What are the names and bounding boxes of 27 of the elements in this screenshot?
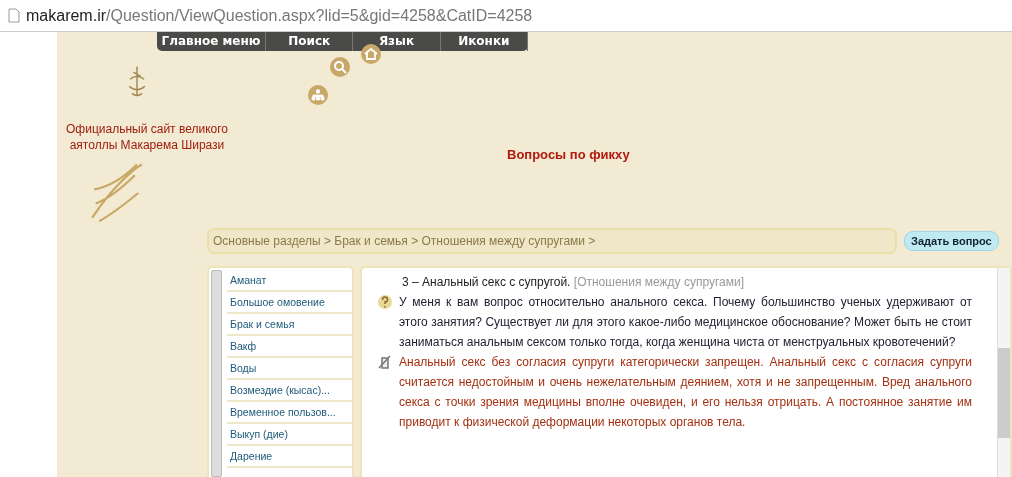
sidebar-item[interactable]: Временное пользов... — [227, 402, 352, 424]
sidebar-item[interactable]: Большое омовение — [227, 292, 352, 314]
sidebar-item[interactable]: Дарение — [227, 446, 352, 468]
site-title: Официальный сайт великого аятоллы Макарема Ширази — [65, 121, 229, 154]
nav-menu-item[interactable]: Главное меню — [157, 32, 266, 51]
sidebar-item[interactable]: Вакф — [227, 336, 352, 358]
sidebar-item[interactable]: Выкуп (дие) — [227, 424, 352, 446]
question-title: 3 – Анальный секс с супругой. — [402, 275, 571, 289]
scrollbar-track[interactable] — [997, 268, 1010, 477]
sidebar-item[interactable]: Воды — [227, 358, 352, 380]
ask-question-button[interactable]: Задать вопрос — [904, 231, 999, 251]
home-icon[interactable] — [360, 43, 382, 65]
url-text[interactable]: makarem.ir/Question/ViewQuestion.aspx?lid=5&gid=4258&CatID=4258 — [26, 6, 533, 25]
page-heading: Вопросы по фикху — [507, 147, 631, 162]
breadcrumb-bar: Основные разделы > Брак и семья > Отношения между супругами > — [207, 228, 897, 254]
sidebar-item[interactable]: Аманат — [227, 270, 352, 292]
page-icon — [8, 8, 20, 23]
question-text: У меня к вам вопрос относительно анального секса. Почему большинство ученых удерживают от этого занятия? Существует ли для этого какое-либо медицинское обоснование? Может быть не стоит заниматься анальным сексом только тогда, когда женщина чиста от менструальных кровотечений? — [399, 294, 972, 351]
sitemap-icon[interactable] — [307, 84, 329, 106]
nav-menu-item[interactable]: Поиск — [266, 32, 354, 51]
question-mark-icon — [376, 294, 394, 310]
scrollbar-track[interactable] — [211, 270, 222, 477]
answer-text: Анальный секс без согласия супруги категорически запрещен. Анальный секс с согласия супруги считается недостойным и очень нежелательным деянием, хотя и не запрещенным. Вред анального секса с точки зрения медицины вполне очевиден, и его нельзя отрицать. А постоянное занятие им приводит к физической деформации некоторых органов тела. — [399, 354, 972, 431]
nav-menu-item[interactable]: Иконки — [440, 32, 528, 51]
sidebar-item[interactable]: Возмездие (кысас)... — [227, 380, 352, 402]
sidebar-item[interactable]: Брак и семья — [227, 314, 352, 336]
search-icon[interactable] — [329, 56, 351, 78]
